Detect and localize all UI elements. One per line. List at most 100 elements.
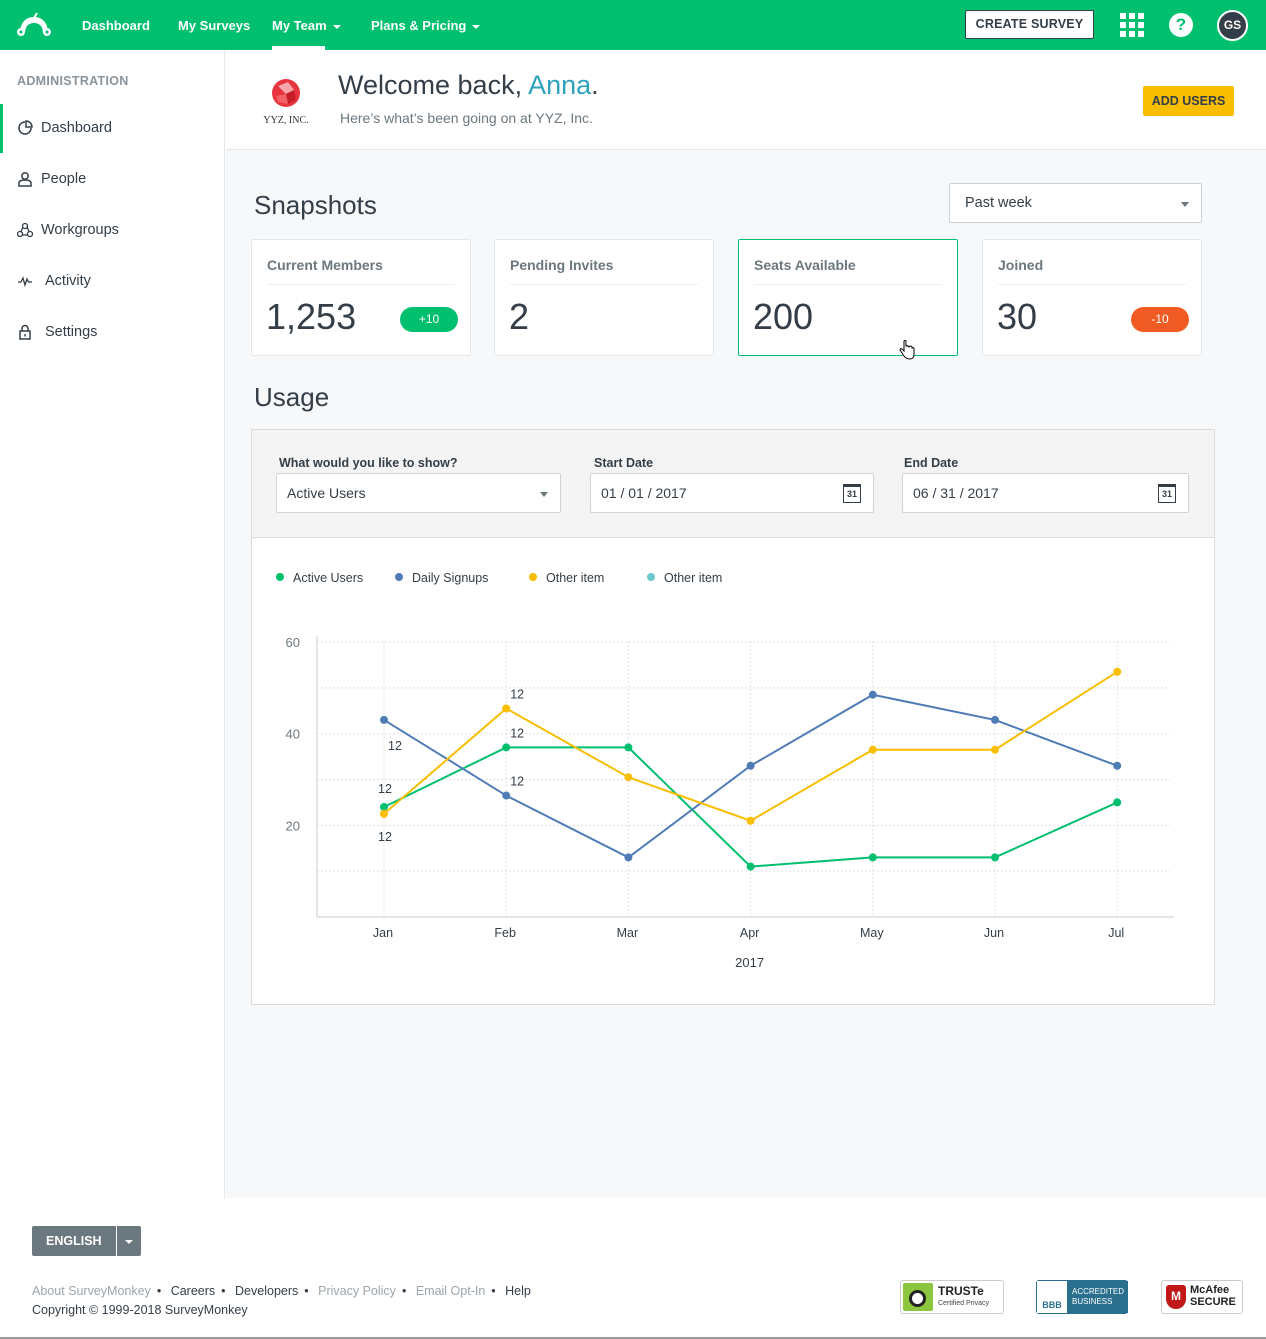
data-point xyxy=(991,853,999,862)
chevron-down-icon xyxy=(1181,202,1189,207)
legend-item-other-1[interactable]: Other item xyxy=(529,571,604,589)
change-badge: +10 xyxy=(400,307,458,332)
start-date-input[interactable]: 01 / 01 / 2017 31 xyxy=(590,473,874,513)
data-point xyxy=(502,743,511,752)
welcome-subtitle: Here’s what’s been going on at YYZ, Inc. xyxy=(340,110,593,126)
language-selector[interactable]: ENGLISH xyxy=(32,1226,141,1256)
start-date-label: Start Date xyxy=(594,456,654,470)
user-name: Anna xyxy=(528,70,592,100)
chevron-down-icon xyxy=(332,24,341,29)
snapshot-card-joined[interactable]: Joined 30 -10 xyxy=(982,239,1202,356)
sidebar-item-people[interactable]: People xyxy=(0,155,224,204)
data-point xyxy=(624,853,633,862)
calendar-icon[interactable]: 31 xyxy=(843,484,861,503)
nav-my-surveys[interactable]: My Surveys xyxy=(178,0,250,50)
footer-link-developers[interactable]: Developers xyxy=(235,1284,298,1298)
add-users-button[interactable]: ADD USERS xyxy=(1143,86,1234,116)
data-point xyxy=(868,745,877,754)
bullet-separator: • xyxy=(304,1284,309,1298)
language-dropdown-toggle[interactable] xyxy=(117,1226,141,1256)
bbb-seal[interactable]: BBB ACCREDITED BUSINESS xyxy=(1036,1280,1128,1314)
nav-my-team-label: My Team xyxy=(272,18,327,33)
usage-line-chart: 20 40 60 Jan Feb Mar Apr May Jun Jul 2017 12 12 12 12 1… xyxy=(286,635,1174,970)
legend-label: Daily Signups xyxy=(412,571,489,585)
nav-my-team[interactable]: My Team xyxy=(272,0,341,50)
footer-link-careers[interactable]: Careers xyxy=(171,1284,215,1298)
legend-item-active-users[interactable]: Active Users xyxy=(276,571,363,589)
data-point xyxy=(1113,798,1122,807)
grid-icon[interactable] xyxy=(1120,13,1144,37)
card-divider xyxy=(754,284,942,285)
show-label: What would you like to show? xyxy=(279,456,458,470)
period-select-value: Past week xyxy=(965,195,1032,211)
x-tick-label: Jun xyxy=(984,926,1004,940)
language-label: ENGLISH xyxy=(32,1226,117,1256)
data-point xyxy=(1113,761,1122,770)
footer-link-help[interactable]: Help xyxy=(505,1284,531,1298)
bullet-separator: • xyxy=(156,1284,162,1298)
card-value: 200 xyxy=(753,296,814,337)
snapshots-title: Snapshots xyxy=(254,190,377,220)
data-label: 12 xyxy=(510,775,524,789)
data-point xyxy=(746,862,755,871)
company-logo-text: YYZ, INC. xyxy=(263,115,309,126)
legend-label: Active Users xyxy=(293,571,364,585)
sidebar: ADMINISTRATION Dashboard People Workgrou… xyxy=(0,50,225,1198)
nav-dashboard[interactable]: Dashboard xyxy=(82,0,150,50)
metric-select[interactable]: Active Users xyxy=(276,473,561,513)
end-date-input[interactable]: 06 / 31 / 2017 31 xyxy=(902,473,1189,513)
legend-item-other-2[interactable]: Other item xyxy=(647,571,722,589)
usage-panel: What would you like to show? Active User… xyxy=(251,429,1215,1005)
legend-item-daily-signups[interactable]: Daily Signups xyxy=(395,571,488,589)
x-tick-label: Mar xyxy=(617,926,639,940)
legend-label: Other item xyxy=(664,571,723,585)
card-label: Seats Available xyxy=(754,257,856,273)
legend-dot xyxy=(647,573,655,581)
card-label: Pending Invites xyxy=(510,257,614,273)
sidebar-item-label: Activity xyxy=(45,273,91,289)
nav-plans-pricing[interactable]: Plans & Pricing xyxy=(371,0,481,50)
card-divider xyxy=(998,284,1186,285)
seal-subtitle: BUSINESS xyxy=(1072,1297,1113,1306)
x-tick-label: Jan xyxy=(373,926,393,940)
seal-title: McAfee xyxy=(1190,1284,1230,1296)
data-point xyxy=(991,715,999,724)
bullet-separator: • xyxy=(221,1284,226,1298)
card-value: 1,253 xyxy=(266,296,357,337)
avatar[interactable]: GS xyxy=(1217,10,1248,41)
truste-logo-icon xyxy=(903,1283,933,1311)
nav-dashboard-label: Dashboard xyxy=(82,18,150,33)
x-tick-label: May xyxy=(860,926,884,940)
sidebar-item-dashboard[interactable]: Dashboard xyxy=(0,104,224,153)
footer-link-email-opt-in[interactable]: Email Opt-In xyxy=(416,1284,485,1298)
snapshot-card-pending-invites[interactable]: Pending Invites 2 xyxy=(494,239,714,356)
data-point xyxy=(868,853,877,862)
data-label: 12 xyxy=(388,739,402,753)
footer-link-about[interactable]: About SurveyMonkey xyxy=(32,1284,151,1298)
mcafee-seal[interactable]: M McAfee SECURE xyxy=(1161,1280,1243,1314)
data-label: 12 xyxy=(378,830,392,844)
end-date-label: End Date xyxy=(904,456,959,470)
nav-my-surveys-label: My Surveys xyxy=(178,18,251,33)
truste-seal[interactable]: TRUSTe Certified Privacy xyxy=(900,1280,1004,1314)
sidebar-item-workgroups[interactable]: Workgroups xyxy=(0,206,224,255)
sidebar-item-activity[interactable]: Activity xyxy=(0,257,224,306)
surveymonkey-logo-icon[interactable] xyxy=(14,11,54,39)
sidebar-item-settings[interactable]: Settings xyxy=(0,308,224,357)
y-tick-label: 40 xyxy=(286,727,300,742)
person-icon xyxy=(18,172,32,187)
pie-chart-icon xyxy=(18,120,33,135)
footer-link-privacy[interactable]: Privacy Policy xyxy=(318,1284,396,1298)
lock-icon xyxy=(19,324,31,340)
snapshot-card-seats-available[interactable]: Seats Available 200 xyxy=(738,239,958,360)
create-survey-button[interactable]: CREATE SURVEY xyxy=(965,10,1094,39)
snapshot-card-current-members[interactable]: Current Members 1,253 +10 xyxy=(251,239,471,356)
calendar-icon[interactable]: 31 xyxy=(1158,484,1176,503)
top-navigation-bar: Dashboard My Surveys My Team Plans & Pri… xyxy=(0,0,1266,50)
company-logo-gem-icon xyxy=(272,79,300,107)
data-point xyxy=(991,745,999,754)
help-icon[interactable]: ? xyxy=(1169,13,1193,37)
bbb-logo-icon: BBB xyxy=(1037,1281,1067,1313)
period-select[interactable]: Past week xyxy=(949,183,1202,223)
chevron-down-icon xyxy=(124,1239,133,1244)
